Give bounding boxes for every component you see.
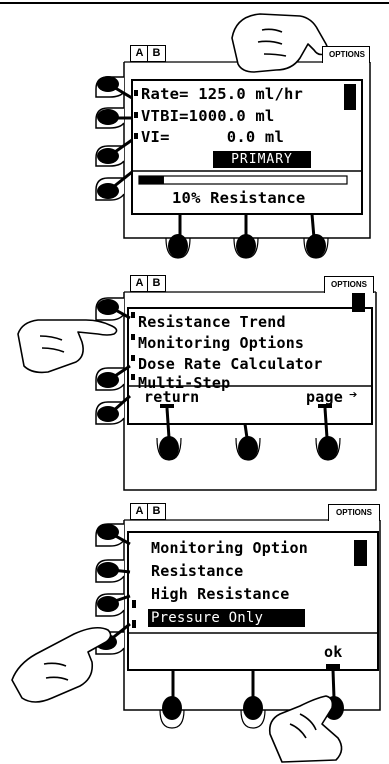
bottom-key-icon	[159, 407, 338, 460]
mode-badge: PRIMARY	[213, 151, 311, 168]
options-label: OPTIONS	[331, 280, 368, 289]
pointing-hand-icon	[17, 319, 118, 374]
bottom-key-icon	[168, 213, 326, 258]
panel-1: A B OPTIONS Rate= 125.0 ml/hr VTBI=1000.…	[0, 0, 389, 262]
pointing-hand-icon	[11, 626, 112, 703]
pointing-hand-icon	[268, 695, 343, 763]
resistance-status: 10% Resistance	[172, 189, 306, 207]
options-label: OPTIONS	[329, 50, 366, 59]
side-key-icon	[95, 297, 131, 425]
arrow-right-icon: ➔	[349, 387, 358, 403]
tab-b[interactable]: B	[147, 275, 166, 292]
return-softkey-label[interactable]: return	[144, 388, 199, 406]
panel-3: A B OPTIONS Monitoring Option Resistance…	[0, 502, 389, 764]
ok-softkey-label[interactable]: ok	[324, 643, 342, 661]
screen-title: Monitoring Option	[151, 539, 308, 557]
tab-b[interactable]: B	[147, 45, 166, 62]
rate-readout: Rate= 125.0 ml/hr	[141, 85, 304, 103]
options-label: OPTIONS	[336, 508, 373, 517]
pointing-hand-icon	[231, 13, 329, 73]
panel-2: A B OPTIONS Resistance Trend Monitoring …	[0, 262, 389, 502]
page-softkey-label[interactable]: page	[306, 388, 343, 406]
side-key-icon	[95, 76, 133, 100]
option-high-resistance[interactable]: High Resistance	[151, 585, 289, 603]
menu-item-resistance-trend[interactable]: Resistance Trend	[138, 313, 286, 331]
vtbi-readout: VTBI=1000.0 ml	[141, 107, 275, 125]
scrollbar-thumb-icon	[354, 540, 367, 566]
menu-item-dose-rate-calculator[interactable]: Dose Rate Calculator	[138, 355, 323, 373]
menu-item-monitoring-options[interactable]: Monitoring Options	[138, 334, 304, 352]
vi-readout: VI= 0.0 ml	[141, 128, 284, 146]
option-pressure-only[interactable]: Pressure Only	[148, 609, 305, 627]
tab-b[interactable]: B	[147, 503, 166, 520]
option-resistance[interactable]: Resistance	[151, 562, 243, 580]
scrollbar-thumb-icon	[344, 84, 356, 110]
